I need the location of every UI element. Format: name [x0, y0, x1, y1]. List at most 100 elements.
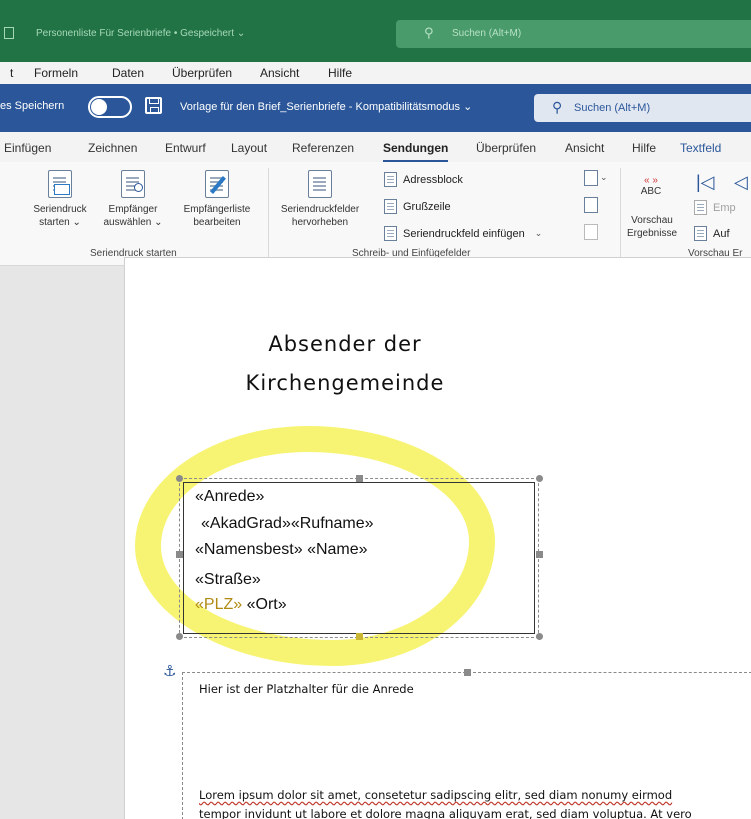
excel-menu-hilfe[interactable]: Hilfe [328, 66, 352, 80]
field-anrede: «Anrede» [195, 488, 265, 505]
edit-list-icon [205, 170, 229, 198]
preview-arrows-icon: « » [644, 175, 658, 186]
resize-handle[interactable] [176, 475, 183, 482]
empf-partial-label: Emp [713, 201, 736, 214]
lorem-line-2: tempor invidunt ut labore et dolore magn… [199, 807, 692, 819]
recipients-icon [121, 170, 145, 198]
grusszeile-button[interactable]: Grußzeile [384, 199, 451, 214]
mail-merge-icon [48, 170, 72, 198]
excel-menu-ansicht[interactable]: Ansicht [260, 66, 299, 80]
ribbon-separator [268, 168, 269, 260]
autosave-label: es Speichern [0, 100, 65, 112]
tab-hilfe[interactable]: Hilfe [632, 141, 656, 155]
empfaenger-label-2: auswählen ⌄ [103, 217, 163, 228]
empfaenger-auswaehlen-button[interactable]: Empfänger auswählen ⌄ [98, 170, 168, 229]
adressblock-button[interactable]: Adressblock [384, 172, 463, 187]
tab-einfuegen[interactable]: Einfügen [4, 141, 51, 155]
resize-handle[interactable] [464, 669, 471, 676]
empfaengerliste-label-1: Empfängerliste [183, 204, 251, 215]
greeting-line-icon [384, 199, 397, 214]
tab-ueberpruefen[interactable]: Überprüfen [476, 141, 536, 155]
lorem-line-1: Lorem ipsum dolor sit amet, consetetur s… [199, 788, 673, 802]
empfaengerliste-bearbeiten-button[interactable]: Empfängerliste bearbeiten [172, 170, 262, 229]
field-namensbest-name: «Namensbest» «Name» [195, 541, 368, 558]
excel-menu-formeln[interactable]: Formeln [34, 66, 78, 80]
resize-handle[interactable] [536, 633, 543, 640]
vorschau-label-2: Ergebnisse [626, 228, 678, 239]
save-icon[interactable] [145, 97, 162, 114]
first-record-icon[interactable]: |◁ [696, 172, 715, 193]
seriendruckfeld-einfuegen-button[interactable]: Seriendruckfeld einfügen ⌄ [384, 226, 542, 241]
ribbon: Seriendruck starten ⌄ Empfänger auswähle… [0, 162, 751, 266]
resize-handle[interactable] [536, 551, 543, 558]
resize-handle[interactable] [356, 633, 363, 640]
empfaenger-label-1: Empfänger [108, 204, 158, 215]
prev-record-icon[interactable]: ◁ [734, 172, 748, 193]
search-icon: ⚲ [552, 99, 563, 115]
field-ort: «Ort» [246, 596, 287, 613]
excel-file-icon [4, 27, 14, 39]
tab-layout[interactable]: Layout [231, 141, 267, 155]
rules-icon[interactable] [584, 170, 598, 186]
auf-partial-label: Auf [713, 227, 730, 240]
highlight-fields-icon [308, 170, 332, 198]
word-search-box[interactable]: ⚲ Suchen (Alt+M) [534, 94, 751, 122]
excel-menu-daten[interactable]: Daten [112, 66, 144, 80]
field-plz-ort: «PLZ» «Ort» [195, 596, 287, 614]
find-recipient-icon [694, 200, 707, 215]
excel-doc-title[interactable]: Personenliste Für Serienbriefe • Gespeic… [36, 28, 245, 39]
resize-handle[interactable] [536, 475, 543, 482]
empfaenger-suchen-button[interactable]: Emp [694, 200, 736, 215]
placeholder-text: Hier ist der Platzhalter für die Anrede [199, 682, 414, 696]
seriendruck-label-1: Seriendruck [33, 204, 87, 215]
address-block-icon [384, 172, 397, 187]
tab-zeichnen[interactable]: Zeichnen [88, 141, 137, 155]
autosave-toggle[interactable] [88, 96, 132, 118]
ribbon-tabs: Einfügen Zeichnen Entwurf Layout Referen… [0, 132, 751, 163]
chevron-down-icon: ⌄ [534, 228, 543, 238]
word-doc-title[interactable]: Vorlage für den Brief_Serienbriefe - Kom… [180, 100, 472, 113]
resize-handle[interactable] [176, 551, 183, 558]
seriendruck-starten-button[interactable]: Seriendruck starten ⌄ [22, 170, 98, 229]
tab-ansicht[interactable]: Ansicht [565, 141, 604, 155]
sender-line-1: Absender der [268, 332, 422, 356]
search-icon: ⚲ [424, 26, 434, 41]
match-fields-icon[interactable] [584, 197, 598, 213]
tab-textfeld[interactable]: Textfeld [680, 141, 721, 155]
resize-handle[interactable] [356, 475, 363, 482]
document-page[interactable]: Absender der Kirchengemeinde «Anrede» «A… [124, 257, 751, 819]
feld-einfuegen-label: Seriendruckfeld einfügen [403, 227, 525, 240]
field-plz: «PLZ» [195, 596, 243, 613]
insert-field-icon [384, 226, 397, 241]
chevron-down-icon: ⌄ [600, 172, 608, 182]
excel-menu-ueberpruefen[interactable]: Überprüfen [172, 66, 232, 80]
excel-search-placeholder: Suchen (Alt+M) [452, 28, 522, 39]
seriendruck-label-2: starten ⌄ [39, 217, 81, 228]
field-akadgrad-rufname: «AkadGrad»«Rufname» [201, 515, 374, 532]
anchor-icon[interactable]: ⚓ [163, 662, 176, 680]
tab-referenzen[interactable]: Referenzen [292, 141, 354, 155]
abc-label: ABC [640, 186, 662, 197]
word-title-bar: es Speichern Vorlage für den Brief_Serie… [0, 84, 751, 132]
auf-fehler-pruefen-button[interactable]: Auf [694, 226, 730, 241]
adressblock-label: Adressblock [403, 173, 463, 186]
seriendruckfelder-hervorheben-button[interactable]: Seriendruckfelder hervorheben [274, 170, 366, 229]
excel-search-box[interactable]: ⚲ Suchen (Alt+M) [396, 20, 751, 48]
vorschau-ergebnisse-button[interactable]: « » ABC [636, 176, 666, 198]
vorschau-label: Vorschau Ergebnisse [624, 214, 680, 240]
resize-handle[interactable] [176, 633, 183, 640]
sender-line-2: Kirchengemeinde [245, 371, 445, 395]
excel-title-bar: Personenliste Für Serienbriefe • Gespeic… [0, 0, 751, 62]
vorschau-label-1: Vorschau [631, 215, 673, 226]
grusszeile-label: Grußzeile [403, 200, 451, 213]
field-strasse: «Straße» [195, 571, 261, 588]
tab-sendungen[interactable]: Sendungen [383, 141, 449, 163]
excel-menu-bar: t Formeln Daten Überprüfen Ansicht Hilfe [0, 62, 751, 84]
toggle-knob [91, 99, 107, 115]
word-search-placeholder: Suchen (Alt+M) [574, 102, 651, 114]
tab-entwurf[interactable]: Entwurf [165, 141, 206, 155]
seriendruckfelder-label-2: hervorheben [291, 217, 349, 228]
excel-menu-partial[interactable]: t [10, 66, 13, 80]
update-labels-icon[interactable] [584, 224, 598, 240]
check-errors-icon [694, 226, 707, 241]
